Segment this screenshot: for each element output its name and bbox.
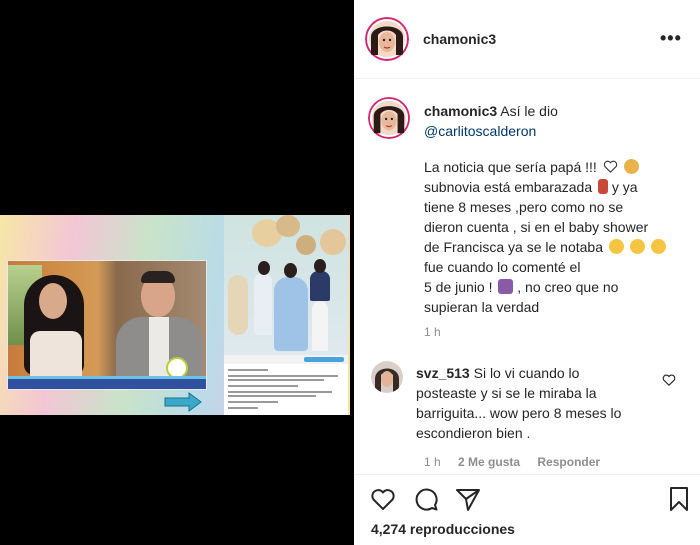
header-divider [354,78,700,79]
post-media[interactable] [0,0,354,545]
caption-line: de Francisca ya se le notaba [424,239,603,255]
caption-line: tiene 8 meses ,pero como no se [424,199,624,215]
commenter-avatar[interactable] [371,361,403,393]
view-count[interactable]: 4,274 reproducciones [371,521,515,537]
caption-mention[interactable]: @carlitoscalderon [424,123,536,139]
caption-line: La noticia que sería papá !!! [424,159,597,175]
caption-line-tail: y ya [611,179,638,195]
caption-line: supieran la verdad [424,299,540,315]
bear-emoji-icon [623,159,639,174]
caption-intro: Así le dio [500,103,558,119]
bookmark-icon[interactable] [666,486,692,512]
caption-text: La noticia que sería papá !!! subnovia e… [424,157,674,317]
comment-like-heart-icon[interactable] [662,373,676,387]
share-icon[interactable] [455,486,481,512]
caption-line: subnovia está embarazada [424,179,593,195]
shrug-emoji-icon [498,279,514,294]
caption-username[interactable]: chamonic3 [424,103,497,119]
post-image [0,215,350,415]
grin-emoji-icon [629,239,645,254]
pregnant-woman-emoji-icon [598,179,608,194]
comment-time: 1 h [424,455,441,469]
actions-divider [354,474,700,475]
comment-line: escondieron bien . [416,425,531,441]
comment-line: Si lo vi cuando lo [473,365,580,381]
more-icon[interactable]: ••• [660,28,682,49]
comment: svz_513 Si lo vi cuando lo posteaste y s… [416,363,656,443]
caption-line: fue cuando lo comenté el [424,259,581,275]
author-avatar[interactable] [365,17,409,61]
caption-line: dieron cuenta , si en el baby shower [424,219,649,235]
comment-likes[interactable]: 2 Me gusta [458,455,520,469]
comment-icon[interactable] [413,486,439,512]
grin-emoji-icon [650,239,666,254]
face-emoji-icon [608,239,624,254]
author-username[interactable]: chamonic3 [423,31,496,47]
caption-header: chamonic3 Así le dio @carlitoscalderon [424,101,674,141]
heart-icon[interactable] [370,486,396,512]
comment-line: posteaste y si se le miraba la [416,385,597,401]
caption-line: 5 de junio ! [424,279,493,295]
instagram-post-screenshot [224,215,348,415]
arrow-icon [164,392,202,412]
comment-line: barriguita... wow pero 8 meses lo [416,405,622,421]
caption-avatar[interactable] [368,97,410,139]
caption-time: 1 h [424,325,441,339]
commenter-username[interactable]: svz_513 [416,365,470,381]
caption-line-tail: , no creo que no [517,279,619,295]
heart-emoji-icon [603,160,617,173]
tv-screenshot [7,260,207,390]
comment-meta: 1 h 2 Me gusta Responder [424,455,614,469]
reply-button[interactable]: Responder [537,455,600,469]
